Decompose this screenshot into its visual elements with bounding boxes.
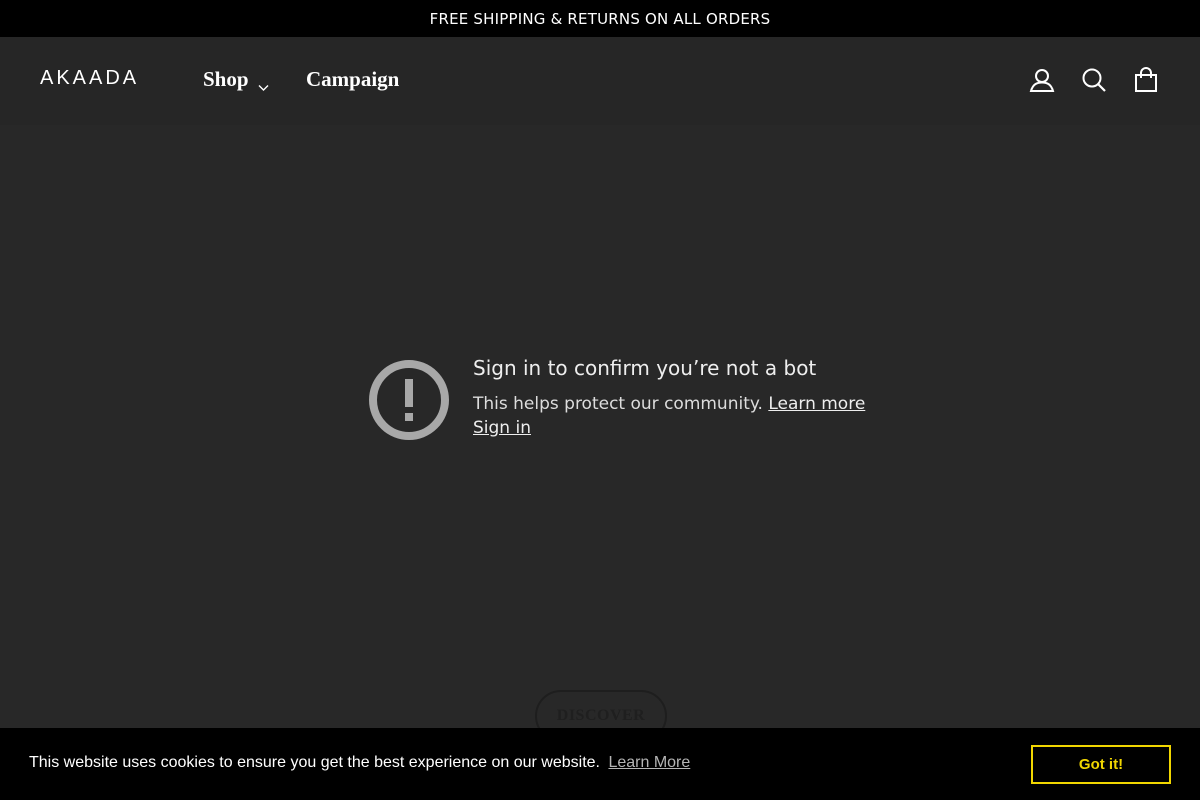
nav-campaign[interactable]: Campaign — [306, 67, 399, 92]
bot-check-title: Sign in to confirm you’re not a bot — [473, 356, 817, 380]
nav-shop-label: Shop — [203, 67, 249, 91]
sign-in-link[interactable]: Sign in — [473, 418, 531, 438]
learn-more-link[interactable]: Learn more — [768, 394, 865, 414]
cookie-message: This website uses cookies to ensure you … — [29, 754, 690, 772]
chevron-down-icon — [258, 74, 269, 91]
announcement-bar: FREE SHIPPING & RETURNS ON ALL ORDERS — [0, 0, 1200, 37]
cookie-learn-more-link[interactable]: Learn More — [608, 754, 690, 771]
exclamation-circle-icon — [368, 359, 450, 441]
cart-icon[interactable] — [1132, 66, 1160, 94]
announcement-text: FREE SHIPPING & RETURNS ON ALL ORDERS — [429, 9, 771, 28]
cookie-banner: This website uses cookies to ensure you … — [0, 728, 1200, 800]
account-icon[interactable] — [1028, 66, 1056, 94]
cookie-accept-button[interactable]: Got it! — [1031, 745, 1171, 784]
cookie-message-text: This website uses cookies to ensure you … — [29, 754, 600, 771]
search-icon[interactable] — [1080, 66, 1108, 94]
nav-shop[interactable]: Shop — [203, 67, 269, 92]
brand-logo[interactable]: AKAADA — [40, 67, 139, 90]
site-header: AKAADA Shop Campaign — [0, 37, 1200, 125]
bot-check-body-text: This helps protect our community. — [473, 394, 763, 414]
bot-check-message: Sign in to confirm you’re not a bot This… — [368, 356, 868, 456]
bot-check-body: This helps protect our community. Learn … — [473, 394, 865, 414]
